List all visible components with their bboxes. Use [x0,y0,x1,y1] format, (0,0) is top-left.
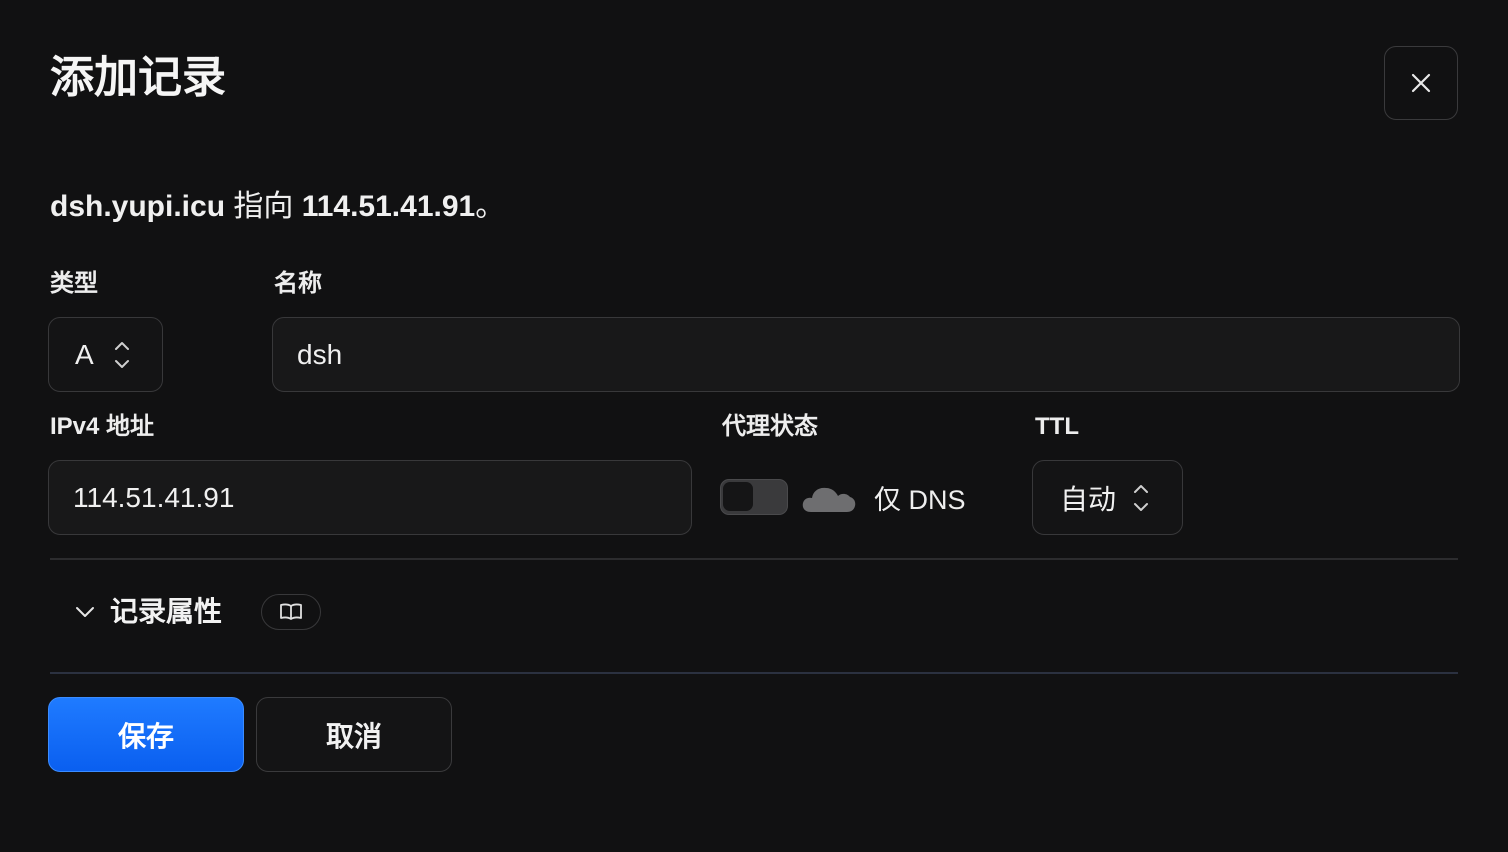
type-value: A [75,338,94,370]
proxy-status-text: 仅 DNS [874,485,966,515]
close-button[interactable] [1384,46,1458,120]
ttl-label: TTL [1035,413,1079,440]
ipv4-input-value: 114.51.41.91 [73,481,235,513]
record-summary: dsh.yupi.icu 指向 114.51.41.91。 [50,186,505,228]
chevron-up-down-icon [1134,485,1148,511]
ttl-value: 自动 [1060,483,1117,515]
summary-name: dsh.yupi.icu [50,190,226,223]
type-select[interactable]: A [48,317,163,392]
ipv4-input[interactable]: 114.51.41.91 [48,460,692,535]
type-label: 类型 [50,270,98,297]
cancel-button[interactable]: 取消 [256,697,452,772]
chevron-down-icon [76,607,94,617]
chevron-up-down-icon [115,342,129,368]
summary-verb: 指向 [225,190,302,223]
record-attributes-title: 记录属性 [110,596,223,627]
name-input-value: dsh [297,338,343,370]
proxy-toggle[interactable] [720,479,788,515]
record-attributes-toggle[interactable]: 记录属性 [74,592,222,632]
summary-suffix: 。 [475,190,506,223]
documentation-button[interactable] [261,594,321,630]
summary-target: 114.51.41.91 [301,190,476,223]
divider-top [50,558,1458,560]
divider-bottom [50,672,1458,674]
close-icon [1411,73,1431,93]
ttl-select[interactable]: 自动 [1032,460,1183,535]
add-record-dialog: 添加记录 dsh.yupi.icu 指向 114.51.41.91。 类型 A … [0,0,1508,852]
ipv4-label: IPv4 地址 [50,413,155,440]
dialog-title: 添加记录 [50,53,226,102]
save-button[interactable]: 保存 [48,697,244,772]
toggle-knob [723,482,753,511]
proxy-status-label: 代理状态 [722,413,818,440]
name-input[interactable]: dsh [272,317,1460,392]
name-label: 名称 [274,270,322,297]
book-icon [280,603,302,620]
cloud-icon [802,487,856,512]
